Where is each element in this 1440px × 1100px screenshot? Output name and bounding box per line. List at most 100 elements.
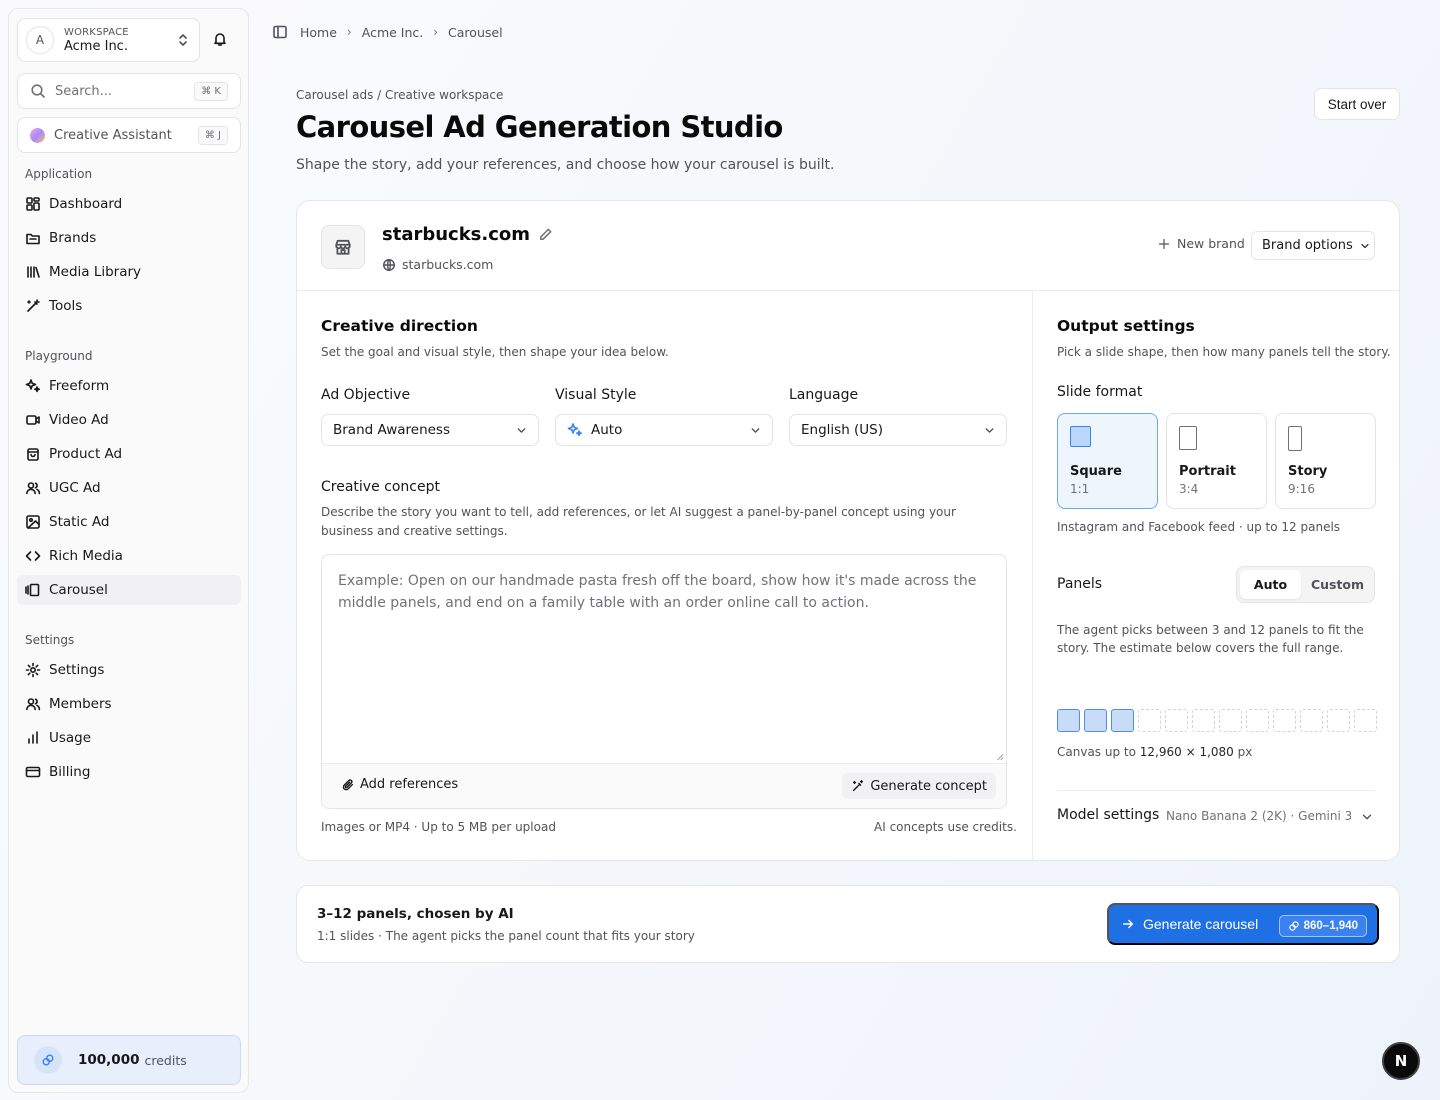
creative-concept-label: Creative concept (321, 479, 440, 495)
bag-icon (27, 448, 39, 461)
ad-objective-label: Ad Objective (321, 387, 411, 403)
nav-group-title: Playground (25, 349, 93, 363)
credits-balance[interactable]: 100,000 credits (17, 1035, 241, 1085)
workspace-switcher[interactable]: A WORKSPACE Acme Inc. (17, 18, 200, 62)
image-icon (26, 515, 40, 529)
search-icon (31, 84, 45, 98)
sidebar-item-label: Static Ad (49, 514, 110, 530)
canvas-size-note: Canvas up to 12,960 × 1,080 px (1057, 745, 1252, 759)
panel-slot (1057, 709, 1080, 732)
credits-amount: 100,000 (78, 1052, 140, 1068)
creative-assistant-button[interactable]: Creative Assistant ⌘ J (17, 117, 241, 153)
sidebar-item-members[interactable]: Members (17, 689, 241, 719)
sidebar-item-label: Video Ad (49, 412, 109, 428)
credit-cost: 860–1,940 (1303, 920, 1358, 932)
credits-note: AI concepts use credits. (874, 820, 1017, 834)
sparkles-icon (567, 423, 582, 437)
pencil-icon[interactable] (538, 227, 553, 242)
language-label: Language (789, 387, 859, 403)
wand-icon (27, 299, 40, 312)
assistant-label: Creative Assistant (54, 127, 172, 143)
breadcrumb-home[interactable]: Home (300, 25, 337, 40)
sidebar-item-usage[interactable]: Usage (17, 723, 241, 753)
carousel-icon (25, 583, 40, 597)
visual-style-select[interactable]: Auto (555, 414, 773, 446)
language-select[interactable]: English (US) (789, 414, 1007, 446)
bell-icon[interactable] (212, 31, 228, 47)
format-name: Square (1070, 464, 1122, 479)
sidebar-item-billing[interactable]: Billing (17, 757, 241, 787)
paperclip-icon (342, 778, 354, 790)
dashboard-icon (26, 197, 40, 211)
slide-format-label: Slide format (1057, 384, 1143, 400)
page-description: Shape the story, add your references, an… (296, 157, 835, 173)
generate-concept-button[interactable]: Generate concept (842, 773, 996, 799)
sidebar-item-video-ad[interactable]: Video Ad (17, 405, 241, 435)
format-card-story[interactable]: Story 9:16 (1275, 413, 1376, 509)
divider (1057, 790, 1375, 791)
brand-name: starbucks.com (382, 224, 531, 245)
sidebar-item-settings[interactable]: Settings (17, 655, 241, 685)
upload-note: Images or MP4 · Up to 5 MB per upload (321, 820, 556, 834)
store-icon (321, 225, 365, 269)
sidebar-item-rich-media[interactable]: Rich Media (17, 541, 241, 571)
format-card-square[interactable]: Square 1:1 (1057, 413, 1158, 509)
generate-carousel-button[interactable]: Generate carousel 860–1,940 (1107, 903, 1379, 945)
sidebar-item-label: Settings (49, 662, 105, 678)
visual-style-value: Auto (591, 422, 623, 438)
bar-chart-icon (28, 731, 38, 744)
panel-slot (1219, 709, 1242, 732)
breadcrumb-workspace[interactable]: Acme Inc. (362, 25, 424, 40)
add-references-button[interactable]: Add references (341, 777, 458, 792)
search-shortcut: ⌘ K (194, 82, 228, 101)
dev-tools-badge[interactable]: N (1382, 1042, 1420, 1080)
creative-concept-textarea[interactable]: Example: Open on our handmade pasta fres… (321, 554, 1007, 809)
panels-mode-custom[interactable]: Custom (1303, 570, 1372, 599)
sidebar-item-tools[interactable]: Tools (17, 291, 241, 321)
brand-name-row: starbucks.com (382, 224, 553, 245)
sidebar-item-label: Rich Media (49, 548, 123, 564)
brand-options-dropdown[interactable]: Brand options (1251, 231, 1375, 260)
creative-concept-placeholder: Example: Open on our handmade pasta fres… (338, 573, 977, 611)
format-ratio: 9:16 (1288, 482, 1315, 496)
assistant-shortcut: ⌘ J (197, 126, 228, 145)
model-settings-value[interactable]: Nano Banana 2 (2K) · Gemini 3... (1166, 809, 1351, 823)
breadcrumb: Home › Acme Inc. › Carousel (272, 22, 503, 42)
panels-mode-auto[interactable]: Auto (1240, 570, 1301, 599)
workspace-avatar: A (26, 26, 54, 54)
sidebar-item-label: Brands (49, 230, 97, 246)
sidebar-item-brands[interactable]: Brands (17, 223, 241, 253)
sidebar-item-ugc-ad[interactable]: UGC Ad (17, 473, 241, 503)
sidebar-item-carousel[interactable]: Carousel (17, 575, 241, 605)
new-brand-button[interactable]: New brand (1158, 236, 1245, 251)
chevron-right-icon: › (346, 25, 352, 39)
start-over-button[interactable]: Start over (1314, 88, 1400, 120)
canvas-prefix: Canvas up to (1057, 745, 1136, 759)
sidebar-item-media-library[interactable]: Media Library (17, 257, 241, 287)
resize-handle-icon[interactable] (994, 751, 1004, 761)
coins-icon (34, 1046, 62, 1074)
users-icon (26, 698, 41, 711)
story-shape-icon (1288, 426, 1302, 451)
credit-card-icon (25, 766, 41, 778)
sidebar-item-label: Members (49, 696, 112, 712)
sidebar-item-label: Media Library (49, 264, 142, 280)
sidebar-item-static-ad[interactable]: Static Ad (17, 507, 241, 537)
textarea-toolbar: Add references Generate concept (322, 763, 1006, 808)
search-input[interactable]: Search... ⌘ K (17, 73, 241, 109)
chevron-down-icon[interactable] (1360, 810, 1374, 824)
sidebar-item-label: Freeform (49, 378, 110, 394)
wand-sparkles-icon (853, 780, 864, 792)
sidebar-item-dashboard[interactable]: Dashboard (17, 189, 241, 219)
model-settings-label[interactable]: Model settings (1057, 807, 1159, 823)
chevron-down-icon (1361, 243, 1369, 248)
sidebar-item-label: Carousel (49, 582, 108, 598)
panel-slot (1354, 709, 1377, 732)
sidebar-item-product-ad[interactable]: Product Ad (17, 439, 241, 469)
gear-icon (25, 662, 41, 678)
sidebar-item-freeform[interactable]: Freeform (17, 371, 241, 401)
ad-objective-select[interactable]: Brand Awareness (321, 414, 539, 446)
sidebar-toggle-icon[interactable] (272, 24, 288, 40)
format-card-portrait[interactable]: Portrait 3:4 (1166, 413, 1267, 509)
summary-title: 3–12 panels, chosen by AI (317, 906, 514, 922)
